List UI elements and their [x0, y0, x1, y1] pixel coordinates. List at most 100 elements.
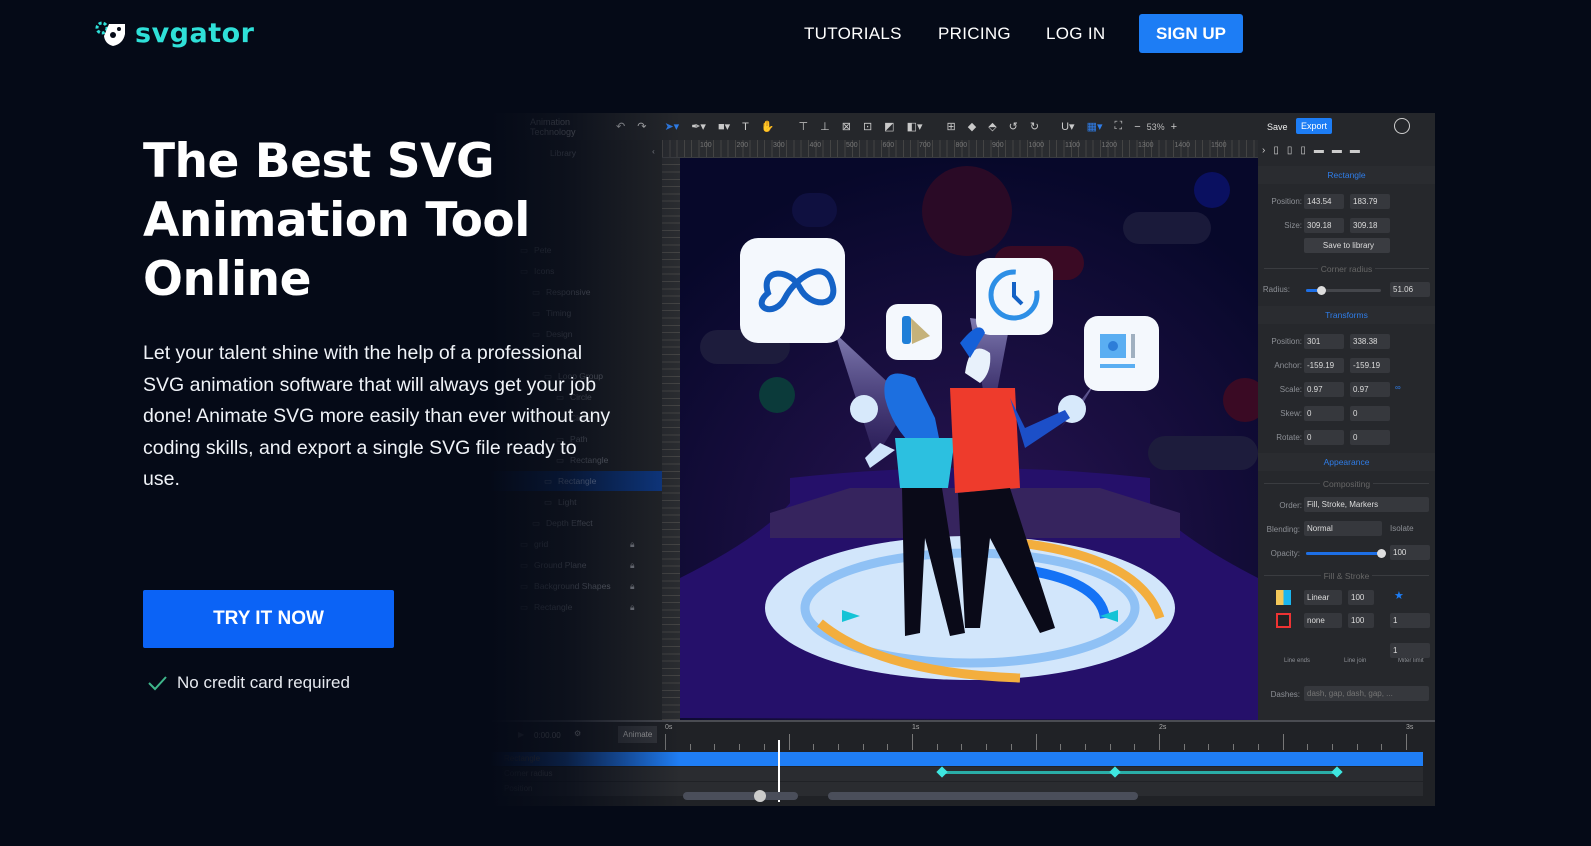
undo-icon[interactable]: ↶ [616, 120, 625, 133]
lock-icon[interactable]: 🔒︎ [630, 581, 635, 592]
miter-input[interactable]: 1 [1390, 643, 1430, 658]
zoom-out-icon[interactable]: − [1134, 121, 1140, 133]
vertical-ruler [662, 158, 680, 720]
layer-item[interactable]: ▭ Depth Effect [490, 513, 662, 533]
timeline-row[interactable]: Corner radius [490, 767, 1423, 781]
dashes-input[interactable] [1304, 686, 1429, 701]
skew-x-input[interactable]: 0 [1304, 406, 1344, 421]
transforms-section[interactable]: Transforms [1258, 306, 1435, 324]
pen-tool-icon[interactable]: ✒▾ [691, 120, 706, 133]
export-button[interactable]: Export [1296, 118, 1333, 134]
layer-item[interactable]: ▭ grid 🔒︎ [490, 534, 662, 554]
radius-slider[interactable] [1306, 286, 1381, 295]
zoom-slider-knob[interactable] [754, 790, 766, 802]
stroke-swatch[interactable] [1276, 613, 1291, 628]
t-position-y-input[interactable]: 338.38 [1350, 334, 1390, 349]
rectangle-section[interactable]: Rectangle [1258, 166, 1435, 184]
opacity-input[interactable]: 100 [1390, 545, 1430, 560]
tick [1356, 744, 1358, 750]
radius-input[interactable]: 51.06 [1390, 282, 1430, 297]
collapse-icon[interactable]: ‹ [652, 146, 655, 156]
zoom-in-icon[interactable]: + [1171, 121, 1177, 133]
logo[interactable]: svgator [95, 18, 255, 49]
star-icon[interactable]: ★ [1394, 589, 1404, 602]
redo-icon[interactable]: ↷ [637, 120, 646, 133]
rotate-turn-input[interactable]: 0 [1304, 430, 1344, 445]
rotate-cw-icon[interactable]: ↻ [1030, 120, 1039, 133]
stroke-opacity-input[interactable]: 100 [1348, 613, 1374, 628]
zoom-slider[interactable] [683, 792, 798, 800]
align-bottom-icon[interactable]: ⊥ [820, 120, 830, 133]
nav-login[interactable]: LOG IN [1046, 24, 1105, 44]
fill-swatch[interactable] [1276, 590, 1291, 605]
timeline-scrollbar[interactable] [828, 792, 1138, 800]
stroke-type-input[interactable]: none [1304, 613, 1342, 628]
fit-icon[interactable]: ⊞ [947, 120, 956, 133]
grid-icon[interactable]: ▦▾ [1087, 120, 1103, 133]
save-button[interactable]: Save [1267, 122, 1288, 132]
lock-icon[interactable]: 🔒︎ [630, 560, 635, 571]
magnet-icon[interactable]: U▾ [1061, 120, 1074, 133]
select-tool-icon[interactable]: ➤▾ [664, 120, 679, 133]
try-it-now-button[interactable]: TRY IT NOW [143, 590, 394, 648]
group-icon[interactable]: ⊠ [842, 120, 851, 133]
layer-name: Light [558, 497, 577, 507]
rotate-deg-input[interactable]: 0 [1350, 430, 1390, 445]
link-icon[interactable]: ∞ [1395, 383, 1401, 392]
fill-type-input[interactable]: Linear [1304, 590, 1342, 605]
play-icon[interactable]: ▶ [518, 730, 524, 739]
rotate-ccw-icon[interactable]: ↺ [1009, 120, 1018, 133]
isolate-checkbox[interactable]: Isolate [1390, 524, 1414, 533]
ungroup-icon[interactable]: ⊡ [863, 120, 872, 133]
ruler-tick: 1500 [1211, 142, 1227, 149]
order-select[interactable]: Fill, Stroke, Markers [1304, 497, 1429, 512]
scale-y-input[interactable]: 0.97 [1350, 382, 1390, 397]
stroke-width-input[interactable]: 1 [1390, 613, 1430, 628]
position-x-input[interactable]: 143.54 [1304, 194, 1344, 209]
layer-item[interactable]: ▭ Ground Plane 🔒︎ [490, 555, 662, 575]
align-top-icon[interactable]: ⊤ [799, 120, 809, 133]
blending-select[interactable]: Normal [1304, 521, 1382, 536]
time-mark: 0s [665, 724, 673, 731]
width-input[interactable]: 309.18 [1304, 218, 1344, 233]
scale-x-input[interactable]: 0.97 [1304, 382, 1344, 397]
tick [986, 744, 988, 750]
anchor-y-input[interactable]: -159.19 [1350, 358, 1390, 373]
canvas[interactable] [680, 158, 1258, 720]
tick [1381, 744, 1383, 750]
lock-icon[interactable]: 🔒︎ [630, 539, 635, 550]
opacity-slider[interactable] [1306, 549, 1386, 558]
height-input[interactable]: 309.18 [1350, 218, 1390, 233]
text-tool-icon[interactable]: T [742, 121, 749, 133]
zoom-fit-icon[interactable]: ⛶ [1114, 120, 1122, 133]
mask-icon[interactable]: ◩ [884, 120, 894, 133]
lock-icon[interactable]: 🔒︎ [630, 602, 635, 613]
tick [1010, 744, 1012, 750]
animate-button[interactable]: Animate [618, 726, 658, 743]
layer-icon: ▭ [520, 559, 529, 570]
shape-tool-icon[interactable]: ■▾ [718, 120, 730, 133]
palette-icon-card [886, 304, 942, 360]
flip-h-icon[interactable]: ◆ [968, 120, 976, 133]
nav-tutorials[interactable]: TUTORIALS [804, 24, 902, 44]
nav-pricing[interactable]: PRICING [938, 24, 1011, 44]
timeline-row[interactable]: Rectangle [490, 752, 1423, 766]
tick [1257, 744, 1259, 750]
layer-name: Background Shapes [534, 581, 611, 591]
appearance-section[interactable]: Appearance [1258, 453, 1435, 471]
fill-opacity-input[interactable]: 100 [1348, 590, 1374, 605]
layer-item[interactable]: ▭ Background Shapes 🔒︎ [490, 576, 662, 596]
signup-button[interactable]: SIGN UP [1139, 14, 1243, 53]
user-avatar-icon[interactable] [1394, 118, 1410, 134]
settings-icon[interactable]: ⚙ [574, 729, 581, 738]
arrange-icon[interactable]: ◧▾ [907, 120, 923, 133]
anchor-x-input[interactable]: -159.19 [1304, 358, 1344, 373]
ruler-tick: 800 [955, 142, 968, 149]
hand-tool-icon[interactable]: ✋ [761, 120, 775, 133]
t-position-x-input[interactable]: 301 [1304, 334, 1344, 349]
flip-v-icon[interactable]: ⬘ [988, 120, 996, 133]
skew-y-input[interactable]: 0 [1350, 406, 1390, 421]
layer-item[interactable]: ▭ Rectangle 🔒︎ [490, 597, 662, 617]
save-to-library-button[interactable]: Save to library [1304, 238, 1390, 253]
position-y-input[interactable]: 183.79 [1350, 194, 1390, 209]
